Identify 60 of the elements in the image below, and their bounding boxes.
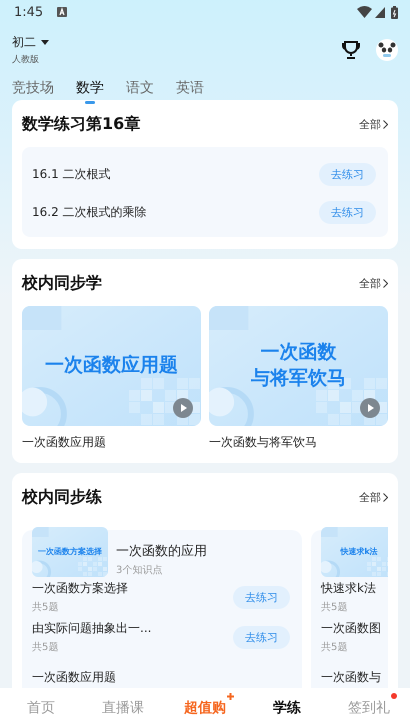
question-count: 共5题 bbox=[32, 600, 60, 614]
question-count: 共5题 bbox=[321, 640, 348, 654]
nav-tab[interactable]: 首页 bbox=[27, 700, 55, 716]
nav-tab[interactable]: 超值购 bbox=[184, 700, 226, 716]
lesson-title: 16.2 二次根式的乘除 bbox=[32, 204, 147, 220]
chevron-icon[interactable] bbox=[383, 120, 388, 129]
practice-button[interactable]: 去练习 bbox=[233, 586, 290, 608]
thumbnail-title: 快速求k法 bbox=[340, 546, 378, 558]
knowledge-count: 3个知识点 bbox=[116, 564, 164, 577]
view-all-link[interactable]: 全部 bbox=[359, 117, 388, 132]
view-all-link[interactable]: 全部 bbox=[359, 276, 388, 291]
exercise-title: 快速求k法 bbox=[321, 580, 376, 597]
section-title: 数学练习第16章 bbox=[22, 114, 140, 135]
nav-tab[interactable]: 直播课 bbox=[102, 700, 144, 716]
caret-icon[interactable] bbox=[41, 40, 49, 45]
trophy-icon[interactable] bbox=[342, 41, 360, 59]
thumbnail-title: 一次函数方案选择 bbox=[38, 546, 102, 558]
exercise-title: 一次函数图 bbox=[321, 620, 381, 637]
avatar[interactable] bbox=[376, 39, 398, 61]
grade-selector[interactable]: 初二 bbox=[12, 34, 36, 51]
video-title: 一次函数与将军饮马 bbox=[209, 434, 318, 451]
battery-icon bbox=[391, 6, 398, 18]
chevron-icon[interactable] bbox=[383, 279, 388, 288]
practice-button[interactable]: 去练习 bbox=[233, 626, 290, 648]
view-all-link[interactable]: 全部 bbox=[359, 490, 388, 505]
topic-thumbnail[interactable]: 一次函数方案选择 bbox=[32, 527, 108, 577]
section-title: 校内同步练 bbox=[22, 487, 102, 508]
thumbnail-title: 一次函数 bbox=[260, 340, 336, 366]
notification-icon bbox=[57, 7, 68, 17]
nav-tab[interactable]: 学练 bbox=[273, 700, 301, 716]
plus-icon bbox=[227, 693, 234, 700]
question-count: 共5题 bbox=[321, 600, 348, 614]
question-count: 共5题 bbox=[32, 640, 60, 654]
exercise-title: 一次函数应用题 bbox=[32, 668, 116, 686]
video-thumbnail[interactable]: 一次函数应用题 bbox=[22, 306, 201, 426]
exercise-title: 由实际问题抽象出一... bbox=[32, 620, 152, 637]
practice-button[interactable]: 去练习 bbox=[319, 200, 376, 224]
exercise-title: 一次函数与 bbox=[321, 668, 381, 686]
video-title: 一次函数应用题 bbox=[22, 434, 107, 451]
subject-tab[interactable]: 语文 bbox=[126, 78, 154, 105]
thumbnail-title: 一次函数应用题 bbox=[45, 353, 178, 378]
play-icon[interactable] bbox=[173, 398, 193, 418]
play-icon[interactable] bbox=[360, 398, 380, 418]
thumbnail-title: 与将军饮马 bbox=[251, 366, 346, 391]
subject-tab[interactable]: 英语 bbox=[176, 78, 204, 105]
status-time: 1:45 bbox=[14, 4, 44, 20]
practice-button[interactable]: 去练习 bbox=[319, 162, 376, 186]
edition-label: 人教版 bbox=[12, 54, 40, 66]
nav-tab[interactable]: 签到礼 bbox=[348, 700, 390, 716]
exercise-title: 一次函数方案选择 bbox=[32, 580, 128, 597]
topic-thumbnail[interactable]: 快速求k法 bbox=[321, 527, 388, 577]
section-title: 校内同步学 bbox=[22, 273, 102, 294]
topic-title: 一次函数的应用 bbox=[116, 543, 207, 560]
lesson-title: 16.1 二次根式 bbox=[32, 166, 111, 182]
chevron-icon[interactable] bbox=[383, 493, 388, 502]
signal-icon bbox=[375, 6, 385, 18]
wifi-icon bbox=[357, 6, 372, 18]
subject-tab[interactable]: 数学 bbox=[76, 78, 104, 105]
video-thumbnail[interactable]: 一次函数 与将军饮马 bbox=[209, 306, 388, 426]
subject-tab[interactable]: 竞技场 bbox=[12, 78, 54, 105]
